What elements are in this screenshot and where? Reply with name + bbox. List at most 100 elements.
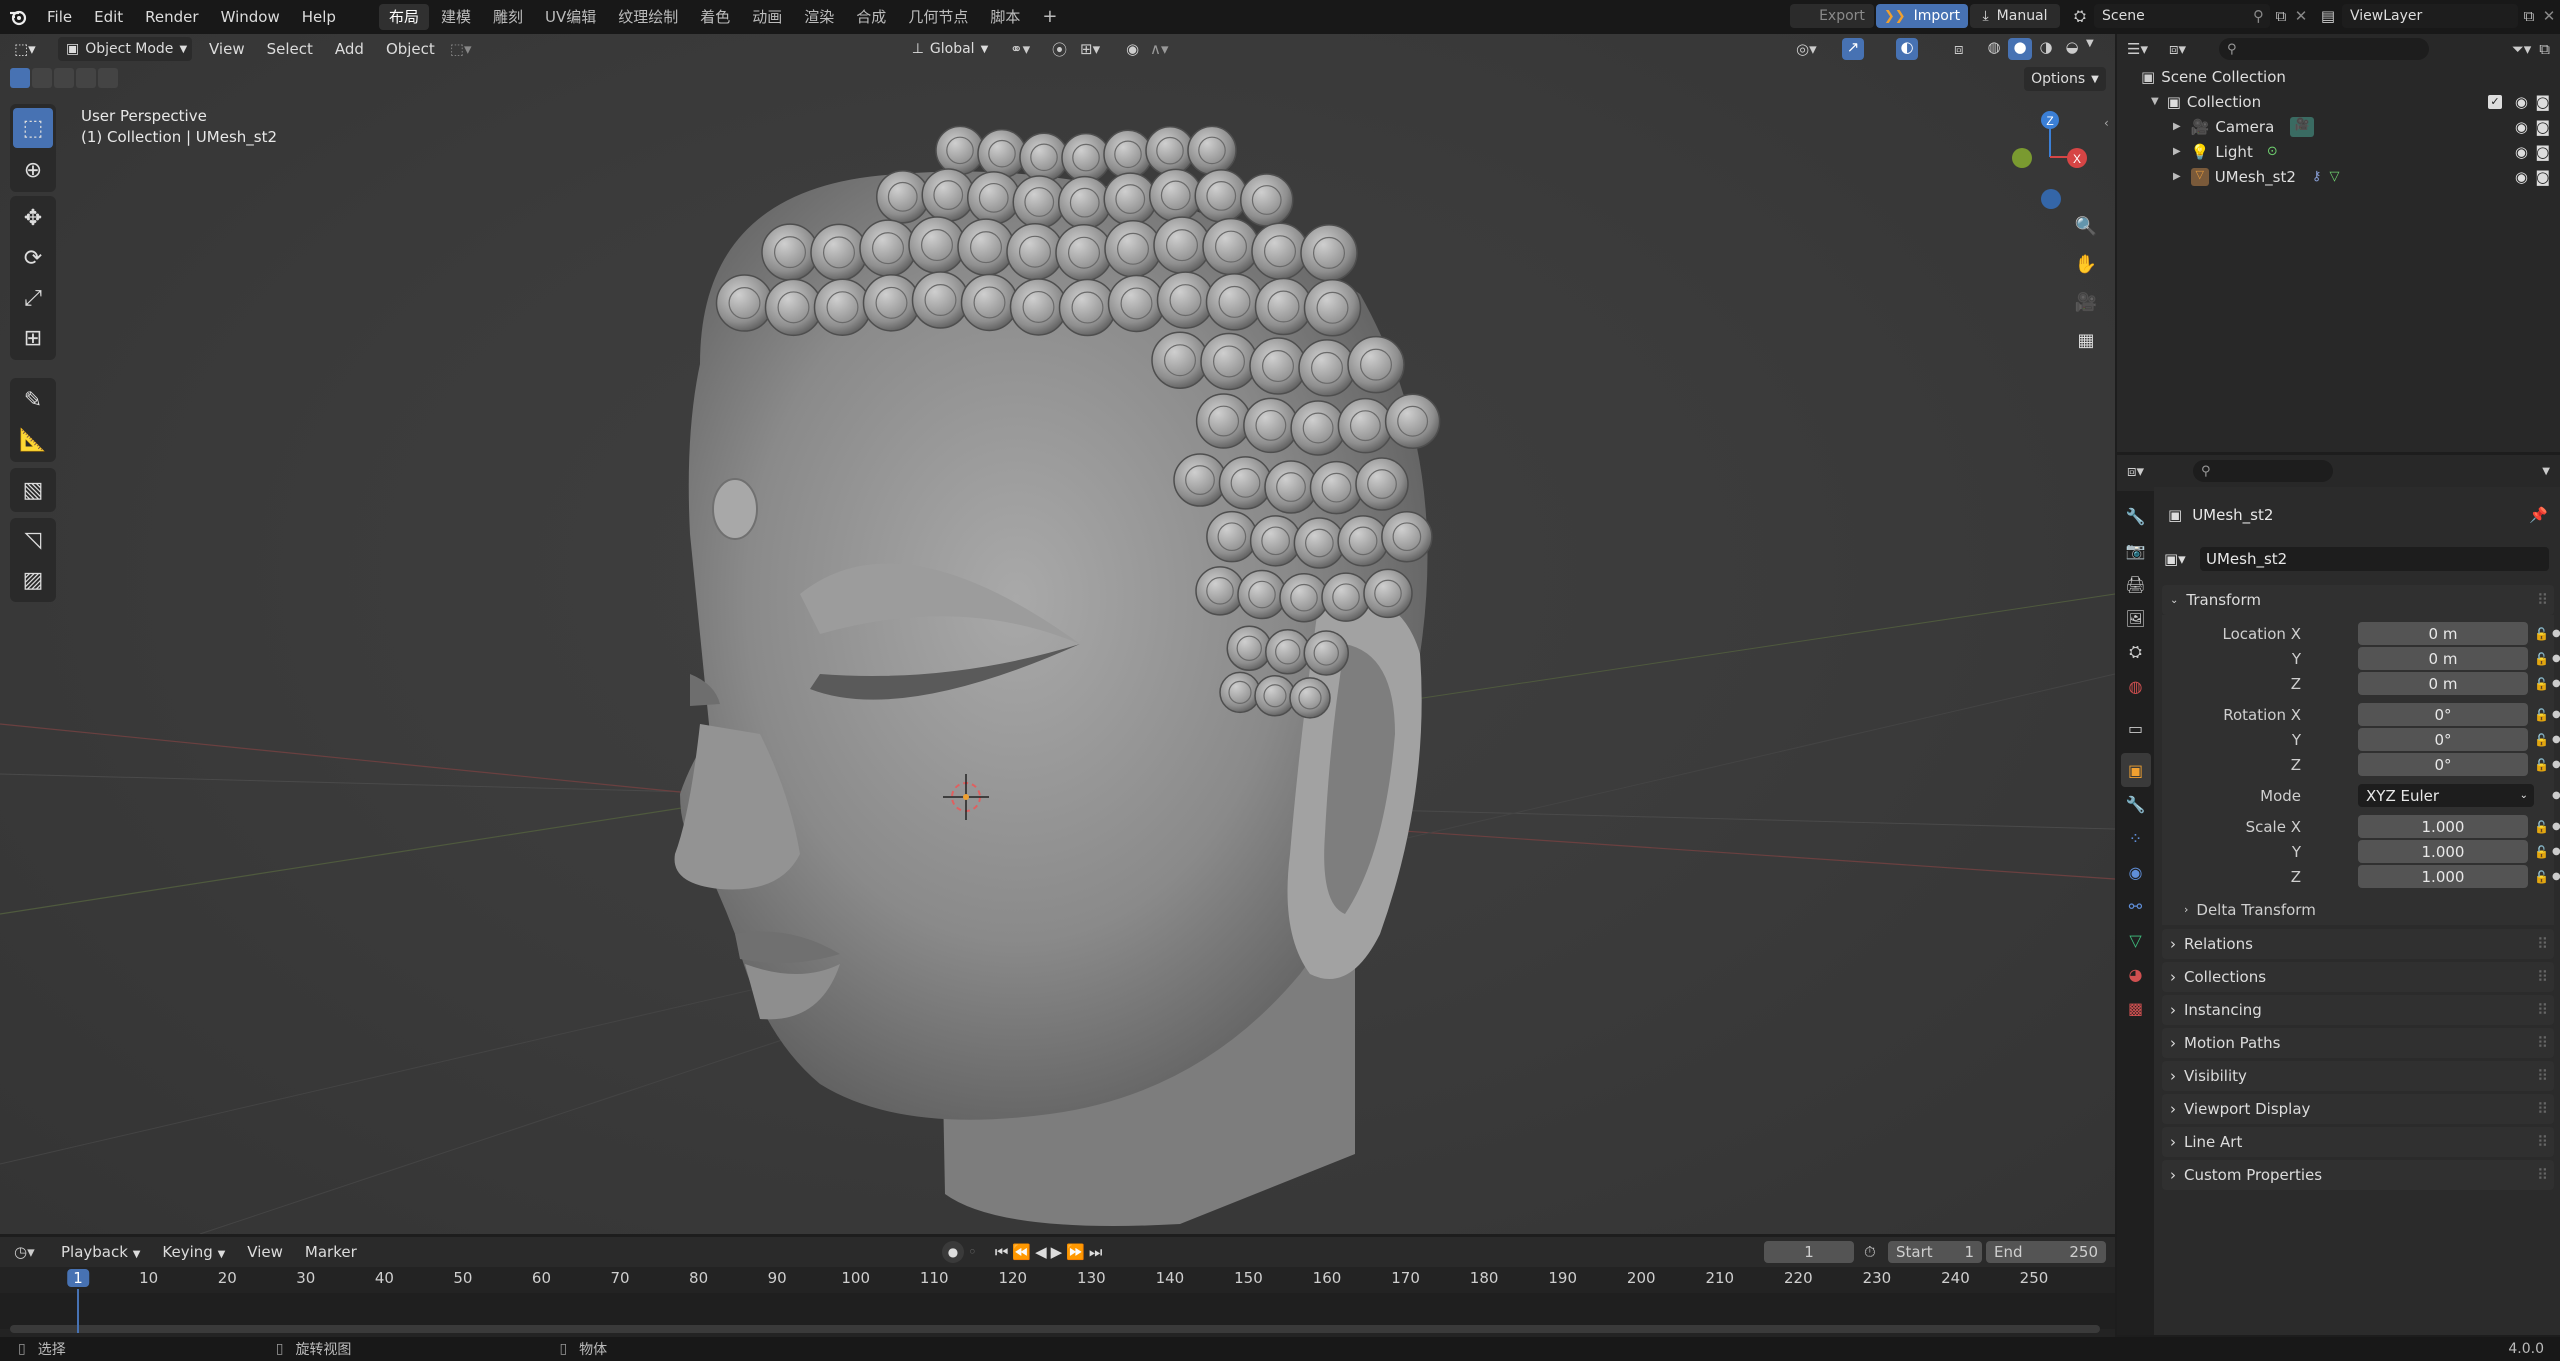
drag-handle-icon[interactable]: ⠿ <box>2537 1067 2548 1085</box>
object-tab-icon[interactable]: ▣ <box>2120 753 2151 787</box>
filter-icon[interactable]: ⏷▾ <box>2512 40 2532 58</box>
mode-dropdown[interactable]: ▣ Object Mode ▼ <box>58 37 192 61</box>
lock-icon[interactable]: 🔓 <box>2534 652 2549 666</box>
modifier-tab-icon[interactable]: 🔧 <box>2121 787 2151 821</box>
navigation-gizmo[interactable]: Z X <box>2005 105 2095 210</box>
next-keyframe-icon[interactable]: ⏩ <box>1066 1243 1085 1261</box>
outliner-item-camera[interactable]: ▶ 🎥 Camera 🎥 ◉ ◙ <box>2117 114 2560 139</box>
tab-texture-paint[interactable]: 纹理绘制 <box>608 4 688 30</box>
timeline-scrollbar[interactable] <box>10 1325 2100 1333</box>
xray-icon[interactable]: ⧈ <box>1954 40 1964 58</box>
wireframe-shading-icon[interactable]: ◍ <box>1982 38 2006 60</box>
scene-tab-icon[interactable]: ⛭ <box>2121 635 2151 669</box>
properties-search-input[interactable]: ⚲ <box>2193 460 2333 482</box>
lock-icon[interactable]: 🔓 <box>2534 758 2549 772</box>
rotation-y-field[interactable]: 0° <box>2358 728 2528 751</box>
shear-tool[interactable]: ◹ <box>13 520 53 560</box>
expand-arrow-icon[interactable]: ▶ <box>2173 171 2181 182</box>
outliner-search-input[interactable]: ⚲ <box>2219 38 2429 60</box>
keying-menu[interactable]: Keying ▼ <box>151 1243 236 1261</box>
keyframe-dot-icon[interactable]: ● <box>2552 709 2560 720</box>
tab-modeling[interactable]: 建模 <box>431 4 481 30</box>
location-y-field[interactable]: 0 m <box>2358 647 2528 670</box>
keyframe-dot-icon[interactable]: ● <box>2552 653 2560 664</box>
timeline-track[interactable] <box>0 1293 2115 1329</box>
drag-handle-icon[interactable]: ⠿ <box>2537 968 2548 986</box>
jump-start-icon[interactable]: ⏮ <box>995 1243 1009 1261</box>
outliner-collection[interactable]: ▼ ▣ Collection ✓ ◉ ◙ <box>2117 89 2560 114</box>
viewport-menu-view[interactable]: View <box>198 40 256 58</box>
camera-view-icon[interactable]: 🎥 <box>2070 286 2102 318</box>
tool-tab-icon[interactable]: 🔧 <box>2121 499 2151 533</box>
lock-icon[interactable]: 🔓 <box>2534 677 2549 691</box>
viewport-menu-select[interactable]: Select <box>256 40 324 58</box>
drag-handle-icon[interactable]: ⠿ <box>2537 1166 2548 1184</box>
falloff-icon[interactable]: ∧▾ <box>1150 40 1169 58</box>
rotation-mode-dropdown[interactable]: XYZ Euler ⌄ <box>2358 784 2534 807</box>
camera-data-icon[interactable]: 🎥 <box>2290 116 2315 137</box>
3d-viewport[interactable] <box>0 34 2115 1234</box>
orientation-dropdown[interactable]: ⊥ Global ▼ <box>902 37 998 61</box>
panel-visibility[interactable]: › Visibility ⠿ <box>2162 1061 2554 1091</box>
keyframe-dot-icon[interactable]: ● <box>2552 628 2560 639</box>
tab-animation[interactable]: 动画 <box>742 4 792 30</box>
constraints-tab-icon[interactable]: ⚯ <box>2121 889 2151 923</box>
camera-render-icon[interactable]: ◙ <box>2535 168 2550 186</box>
keyframe-dot-icon[interactable]: ● <box>2552 678 2560 689</box>
view-layer-tab-icon[interactable]: 🖼 <box>2121 601 2151 635</box>
pan-hand-icon[interactable]: ✋ <box>2070 248 2102 280</box>
grid-perspective-icon[interactable]: ▦ <box>2070 324 2102 356</box>
camera-render-icon[interactable]: ◙ <box>2535 143 2550 161</box>
record-icon[interactable]: ● <box>942 1241 964 1263</box>
eye-icon[interactable]: ◉ <box>2515 168 2528 186</box>
panel-instancing[interactable]: › Instancing ⠿ <box>2162 995 2554 1025</box>
keyframe-dot-icon[interactable]: ● <box>2552 871 2560 882</box>
close-icon[interactable]: ✕ <box>2540 7 2558 25</box>
panel-collections[interactable]: › Collections ⠿ <box>2162 962 2554 992</box>
viewlayer-selector[interactable]: ▤ ViewLayer ⧉ ✕ <box>2314 4 2558 28</box>
panel-line-art[interactable]: › Line Art ⠿ <box>2162 1127 2554 1157</box>
camera-render-icon[interactable]: ◙ <box>2535 93 2550 111</box>
scale-z-field[interactable]: 1.000 <box>2358 865 2528 888</box>
close-icon[interactable]: ✕ <box>2292 7 2310 25</box>
transform-panel-header[interactable]: ⌄ Transform ⠿ <box>2162 585 2554 615</box>
tab-scripting[interactable]: 脚本 <box>980 4 1030 30</box>
scene-selector[interactable]: ⛭ Scene ⚲ ⧉ ✕ <box>2066 4 2310 28</box>
overlay-icon[interactable]: ◐ <box>1896 38 1918 60</box>
select-box-tool[interactable]: ⬚ <box>13 108 53 148</box>
tab-shading[interactable]: 着色 <box>690 4 740 30</box>
playhead-line[interactable] <box>77 1289 79 1333</box>
particles-tab-icon[interactable]: ⁘ <box>2121 821 2151 855</box>
expand-arrow-icon[interactable]: ▶ <box>2173 146 2181 157</box>
start-frame-field[interactable]: Start 1 <box>1888 1241 1982 1263</box>
measure-tool[interactable]: 📐 <box>13 420 53 460</box>
eye-icon[interactable]: ◉ <box>2515 93 2528 111</box>
world-tab-icon[interactable]: ◍ <box>2121 669 2151 703</box>
gpencil-icon[interactable]: ⬚▾ <box>450 40 472 58</box>
new-collection-icon[interactable]: ⧉ <box>2539 40 2550 58</box>
menu-render[interactable]: Render <box>134 8 209 26</box>
rotate-tool[interactable]: ⟳ <box>13 238 53 278</box>
lock-icon[interactable]: 🔓 <box>2534 845 2549 859</box>
options-dropdown[interactable]: Options ▼ <box>2024 67 2106 91</box>
move-tool[interactable]: ✥ <box>13 198 53 238</box>
keyframe-dot-icon[interactable]: ● <box>2552 734 2560 745</box>
add-workspace-button[interactable]: + <box>1032 4 1067 30</box>
end-frame-field[interactable]: End 250 <box>1986 1241 2106 1263</box>
annotate-tool[interactable]: ✎ <box>13 380 53 420</box>
drag-handle-icon[interactable]: ⠿ <box>2537 1034 2548 1052</box>
scale-y-field[interactable]: 1.000 <box>2358 840 2528 863</box>
scale-tool[interactable]: ⤢ <box>13 278 53 318</box>
rotation-x-field[interactable]: 0° <box>2358 703 2528 726</box>
rotation-z-field[interactable]: 0° <box>2358 753 2528 776</box>
stopwatch-icon[interactable]: ⏱ <box>1864 1243 1876 1261</box>
output-tab-icon[interactable]: 🖨 <box>2121 567 2151 601</box>
current-frame-field[interactable]: 1 <box>1764 1241 1854 1263</box>
eye-icon[interactable]: ◉ <box>2515 118 2528 136</box>
marker-menu[interactable]: Marker <box>294 1243 368 1261</box>
select-new-icon[interactable] <box>10 68 30 88</box>
cursor-tool[interactable]: ⊕ <box>13 150 53 190</box>
editor-type-icon[interactable]: ⬚▾ <box>14 40 48 58</box>
menu-window[interactable]: Window <box>210 8 291 26</box>
select-extend-icon[interactable] <box>32 68 52 88</box>
